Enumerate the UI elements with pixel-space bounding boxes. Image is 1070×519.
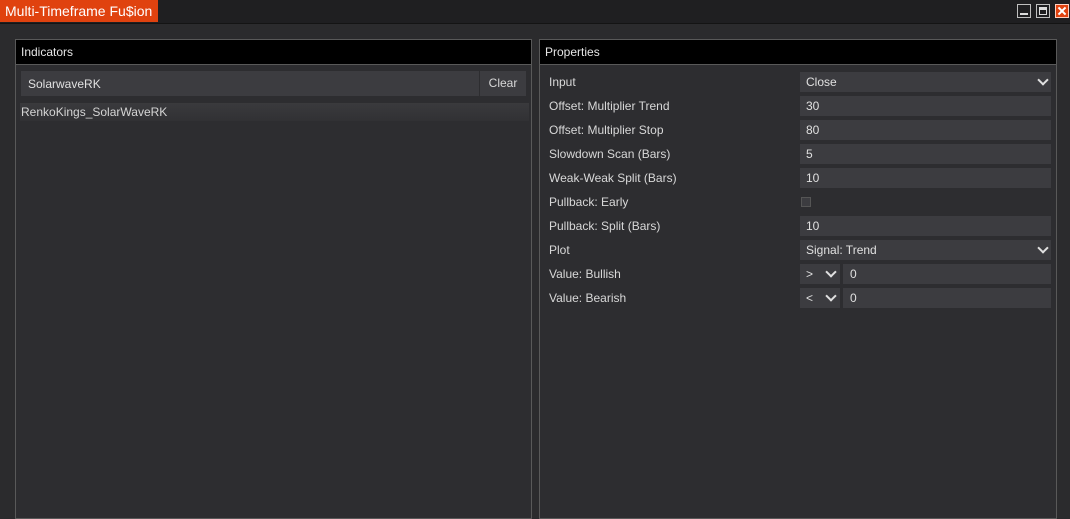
properties-panel: Properties Input Close Offset: Multiplie…: [539, 39, 1057, 519]
slowdown-scan-field[interactable]: 5: [800, 144, 1051, 164]
input-select-value: Close: [806, 75, 837, 89]
pullback-split-field[interactable]: 10: [800, 216, 1051, 236]
property-row-value-bearish: Value: Bearish < 0: [540, 286, 1056, 310]
indicators-panel: Indicators Clear RenkoKings_SolarWaveRK: [15, 39, 532, 519]
plot-select[interactable]: Signal: Trend: [800, 240, 1051, 260]
property-label: Input: [549, 75, 576, 89]
clear-button[interactable]: Clear: [480, 71, 526, 96]
property-label: Value: Bullish: [549, 267, 621, 281]
property-row-pullback-early: Pullback: Early: [540, 190, 1056, 214]
property-row-multiplier-stop: Offset: Multiplier Stop 80: [540, 118, 1056, 142]
property-row-value-bullish: Value: Bullish > 0: [540, 262, 1056, 286]
weak-split-field[interactable]: 10: [800, 168, 1051, 188]
bullish-operator-value: >: [806, 267, 814, 281]
property-label: Weak-Weak Split (Bars): [549, 171, 677, 185]
property-label: Plot: [549, 243, 570, 257]
property-label: Pullback: Split (Bars): [549, 219, 661, 233]
property-row-slowdown-scan: Slowdown Scan (Bars) 5: [540, 142, 1056, 166]
bearish-operator-select[interactable]: <: [800, 288, 840, 308]
window-title: Multi-Timeframe Fu$ion: [0, 0, 159, 22]
indicator-search-input[interactable]: [21, 71, 479, 96]
property-label: Pullback: Early: [549, 195, 629, 209]
pullback-early-checkbox[interactable]: [801, 197, 811, 207]
chevron-down-icon: [825, 266, 837, 278]
property-row-multiplier-trend: Offset: Multiplier Trend 30: [540, 94, 1056, 118]
maximize-icon[interactable]: [1036, 4, 1050, 18]
chevron-down-icon: [1037, 74, 1049, 86]
multiplier-stop-field[interactable]: 80: [800, 120, 1051, 140]
bearish-value-field[interactable]: 0: [843, 288, 1051, 308]
property-label: Slowdown Scan (Bars): [549, 147, 671, 161]
plot-select-value: Signal: Trend: [806, 243, 877, 257]
property-label: Offset: Multiplier Stop: [549, 123, 664, 137]
property-label: Offset: Multiplier Trend: [549, 99, 670, 113]
indicators-header: Indicators: [16, 40, 531, 65]
chevron-down-icon: [1037, 242, 1049, 254]
property-row-weak-split: Weak-Weak Split (Bars) 10: [540, 166, 1056, 190]
close-icon[interactable]: [1055, 4, 1069, 18]
title-bar: Multi-Timeframe Fu$ion: [0, 0, 1070, 24]
property-label: Value: Bearish: [549, 291, 627, 305]
property-row-pullback-split: Pullback: Split (Bars) 10: [540, 214, 1056, 238]
properties-header: Properties: [540, 40, 1056, 65]
multiplier-trend-field[interactable]: 30: [800, 96, 1051, 116]
bullish-operator-select[interactable]: >: [800, 264, 840, 284]
minimize-icon[interactable]: [1017, 4, 1031, 18]
indicator-list-item[interactable]: RenkoKings_SolarWaveRK: [20, 103, 529, 121]
property-row-input: Input Close: [540, 70, 1056, 94]
bearish-operator-value: <: [806, 291, 814, 305]
bullish-value-field[interactable]: 0: [843, 264, 1051, 284]
property-row-plot: Plot Signal: Trend: [540, 238, 1056, 262]
chevron-down-icon: [825, 290, 837, 302]
input-select[interactable]: Close: [800, 72, 1051, 92]
